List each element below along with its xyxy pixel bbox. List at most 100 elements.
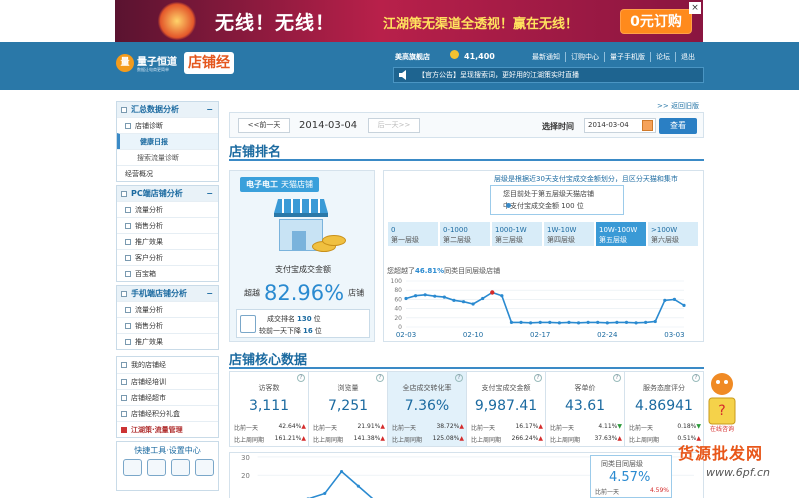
- data-point[interactable]: [413, 294, 418, 298]
- logo[interactable]: 量 量子恒道 数据让电商更简单 店铺经: [116, 52, 251, 78]
- data-point[interactable]: [452, 298, 456, 302]
- tier-item[interactable]: 10W-100W 第五层级: [595, 221, 647, 247]
- prev-day-button[interactable]: <<前一天: [238, 118, 290, 133]
- speaker-icon: [399, 70, 406, 80]
- data-point[interactable]: [644, 320, 648, 324]
- close-icon[interactable]: ×: [689, 2, 701, 14]
- nav-forum[interactable]: 论坛: [651, 52, 676, 62]
- banner-order-button[interactable]: 0元订购: [620, 9, 692, 34]
- nav-order-center[interactable]: 订购中心: [566, 52, 605, 62]
- link-my-shop[interactable]: 我的店铺经: [117, 357, 218, 373]
- y-tick-label: 60: [394, 296, 402, 303]
- nav-mobile[interactable]: 量子手机版: [605, 52, 651, 62]
- tool-icon[interactable]: [195, 459, 214, 476]
- metric-tile[interactable]: ? 全店成交转化率 7.36% 比前一天 38.72%▲ 比上周同期 125.08%▲: [388, 372, 467, 446]
- data-point[interactable]: [519, 320, 523, 324]
- metric-tile[interactable]: ? 服务态度评分 4.86941 比前一天 0.18%▼ 比上周同期 0.51%▲: [625, 372, 703, 446]
- data-point[interactable]: [586, 320, 590, 324]
- data-point[interactable]: [615, 320, 619, 324]
- data-point[interactable]: [481, 296, 485, 301]
- calendar-icon[interactable]: [642, 120, 653, 131]
- data-point[interactable]: [596, 320, 600, 324]
- data-point[interactable]: [471, 302, 475, 306]
- sidebar-item-sales[interactable]: 销售分析: [117, 217, 218, 233]
- data-point[interactable]: [356, 484, 360, 488]
- sidebar-item-mobile-traffic[interactable]: 流量分析: [117, 301, 218, 317]
- data-point[interactable]: [509, 320, 514, 324]
- collapse-icon[interactable]: −: [206, 186, 213, 201]
- tier-item[interactable]: >100W 第六层级: [647, 221, 699, 247]
- tier-item[interactable]: 0 第一层级: [387, 221, 439, 247]
- tool-icon[interactable]: [147, 459, 166, 476]
- tier-item[interactable]: 1000-1W 第三层级: [491, 221, 543, 247]
- data-point[interactable]: [624, 320, 629, 324]
- sidebar-section-summary: 汇总数据分析 − 店铺诊断 健康日报 搜索流量诊断 经营概况: [116, 101, 219, 182]
- collapse-icon[interactable]: −: [206, 286, 213, 301]
- sidebar-section-header[interactable]: 汇总数据分析 −: [117, 102, 218, 117]
- data-point[interactable]: [567, 320, 571, 324]
- metric-tile[interactable]: ? 浏览量 7,251 比前一天 21.91%▲ 比上周同期 141.38%▲: [309, 372, 388, 446]
- data-point[interactable]: [605, 321, 609, 325]
- data-point[interactable]: [576, 321, 581, 325]
- data-point[interactable]: [340, 469, 344, 474]
- sidebar-links: 我的店铺经 店铺经培训 店铺经超市 店铺经积分礼盒 江湖策·流量管理: [116, 356, 219, 438]
- sidebar-item-shop-diagnosis[interactable]: 店铺诊断: [117, 117, 218, 133]
- metric-tile[interactable]: ? 访客数 3,111 比前一天 42.64%▲ 比上周同期 161.21%▲: [230, 372, 309, 446]
- data-point[interactable]: [663, 298, 667, 302]
- data-point[interactable]: [442, 295, 446, 299]
- help-icon[interactable]: ?: [297, 374, 305, 382]
- data-point[interactable]: [557, 321, 561, 325]
- data-point[interactable]: [323, 491, 327, 495]
- nav-notifications[interactable]: 最新通知: [527, 52, 566, 62]
- data-point[interactable]: [672, 297, 677, 301]
- help-icon[interactable]: ?: [455, 374, 463, 382]
- help-icon[interactable]: ?: [534, 374, 542, 382]
- sidebar-item-customers[interactable]: 客户分析: [117, 249, 218, 265]
- tier-item[interactable]: 0-1000 第二层级: [439, 221, 491, 247]
- promo-banner[interactable]: 无线！无线！ 江湖策无渠道全透视！赢在无线！ 0元订购 ×: [115, 0, 703, 42]
- sidebar-item-traffic[interactable]: 流量分析: [117, 201, 218, 217]
- data-point[interactable]: [682, 303, 686, 307]
- data-point[interactable]: [529, 321, 533, 325]
- online-help-mascot-icon[interactable]: ? 在线咨询: [705, 370, 739, 432]
- sidebar-item-health-daily[interactable]: 健康日报: [117, 133, 218, 149]
- data-point[interactable]: [653, 319, 657, 324]
- sidebar-section-header[interactable]: PC端店铺分析 −: [117, 186, 218, 201]
- sidebar-item-toolbox[interactable]: 百宝箱: [117, 265, 218, 281]
- sidebar-item-promotion[interactable]: 推广效果: [117, 233, 218, 249]
- data-point[interactable]: [548, 320, 552, 324]
- tools-panel: 快捷工具·设置中心: [116, 441, 219, 491]
- data-point[interactable]: [433, 294, 437, 298]
- data-point[interactable]: [461, 300, 466, 304]
- help-icon[interactable]: ?: [613, 374, 621, 382]
- sidebar-item-search-traffic[interactable]: 搜索流量诊断: [117, 149, 218, 165]
- data-point[interactable]: [634, 321, 638, 325]
- link-jianghuce[interactable]: 江湖策·流量管理: [117, 421, 218, 437]
- data-point[interactable]: [490, 290, 495, 295]
- query-button[interactable]: 查看: [659, 118, 697, 134]
- tier-item[interactable]: 1W-10W 第四层级: [543, 221, 595, 247]
- collapse-icon[interactable]: −: [206, 102, 213, 117]
- metric-tile[interactable]: ? 支付宝成交金额 9,987.41 比前一天 16.17%▲ 比上周同期 266.24%▲: [467, 372, 546, 446]
- data-point[interactable]: [404, 296, 408, 301]
- help-icon[interactable]: ?: [692, 374, 700, 382]
- help-icon[interactable]: ?: [376, 374, 384, 382]
- sidebar-item-mobile-sales[interactable]: 销售分析: [117, 317, 218, 333]
- metric-tile[interactable]: ? 客单价 43.61 比前一天 4.11%▼ 比上周同期 37.63%▲: [546, 372, 625, 446]
- link-training[interactable]: 店铺经培训: [117, 373, 218, 389]
- data-point[interactable]: [538, 320, 542, 324]
- sidebar-section-header[interactable]: 手机端店铺分析 −: [117, 286, 218, 301]
- tier-range: 0: [391, 226, 396, 234]
- next-day-button[interactable]: 后一天>>: [368, 118, 420, 133]
- sidebar-item-mobile-promotion[interactable]: 推广效果: [117, 333, 218, 349]
- back-to-old-version-link[interactable]: >> 返回旧版: [657, 101, 699, 111]
- tool-icon[interactable]: [171, 459, 190, 476]
- tool-icon[interactable]: [123, 459, 142, 476]
- announcement-bar[interactable]: 【官方公告】呈现搜索词，更好用的江湖策实时直播: [393, 67, 704, 83]
- link-market[interactable]: 店铺经超市: [117, 389, 218, 405]
- data-point[interactable]: [500, 294, 504, 298]
- data-point[interactable]: [423, 293, 427, 297]
- sidebar-item-overview[interactable]: 经营概况: [117, 165, 218, 181]
- link-points-gift[interactable]: 店铺经积分礼盒: [117, 405, 218, 421]
- nav-logout[interactable]: 退出: [676, 52, 700, 62]
